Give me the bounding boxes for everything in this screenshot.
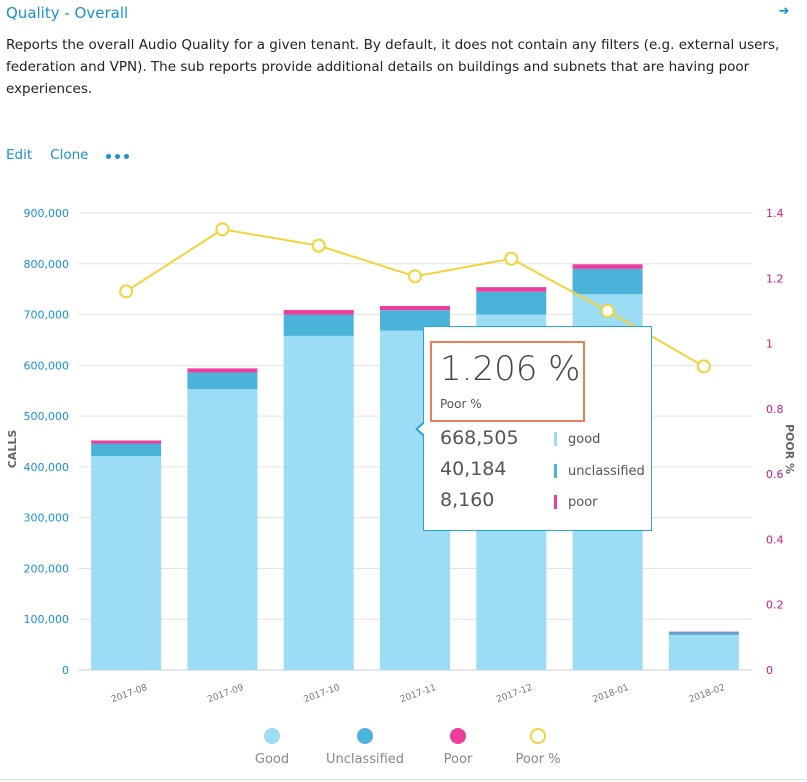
y-tick-label: 100,000 (24, 613, 70, 626)
bar-good[interactable] (283, 335, 354, 670)
x-tick-label: 2017-08 (110, 683, 149, 705)
line-point[interactable] (504, 251, 519, 266)
legend-label: Good (254, 752, 290, 767)
bottom-divider (0, 779, 807, 780)
bar-poor[interactable] (187, 368, 258, 373)
y2-tick-label: 0.6 (766, 468, 784, 481)
y2-tick-label: 0.8 (766, 403, 784, 416)
chart-tooltip: 1.206 % Poor % 668,505 good 40,184 uncla… (415, 326, 652, 531)
line-point[interactable] (311, 238, 326, 253)
legend-swatch (357, 728, 373, 744)
legend-poor-percent[interactable]: Poor % (493, 728, 583, 767)
bar-unclassified[interactable] (91, 443, 162, 457)
stacked-bar-chart: 0 100,000 200,000 300,000 400,000 500,000 600,… (6, 207, 796, 705)
tooltip-row-value: 8,160 (440, 489, 495, 511)
legend-label: Poor % (515, 752, 561, 767)
y-tick-label: 800,000 (24, 258, 70, 271)
legend-swatch (530, 728, 546, 744)
bar-unclassified[interactable] (668, 632, 739, 635)
y2-tick-label: 0.4 (766, 533, 784, 546)
tooltip-row-value: 40,184 (440, 458, 507, 480)
bar-poor[interactable] (283, 309, 354, 315)
legend-unclassified[interactable]: Unclassified (320, 728, 410, 767)
x-tick-label: 2018-01 (592, 683, 631, 705)
y-tick-label: 400,000 (24, 461, 70, 474)
legend-good[interactable]: Good (227, 728, 317, 767)
y2-tick-label: 1 (766, 338, 773, 351)
action-bar: Edit Clone (6, 147, 130, 163)
tooltip-row-label: good (568, 432, 601, 447)
report-description: Reports the overall Audio Quality for a … (6, 37, 780, 97)
y-tick-label: 0 (62, 664, 69, 677)
x-tick-label: 2017-10 (303, 683, 342, 705)
bar-good[interactable] (91, 456, 162, 670)
x-tick-label: 2017-11 (399, 683, 438, 705)
tooltip-row-label: poor (568, 495, 598, 510)
bar-unclassified[interactable] (572, 268, 643, 295)
y2-axis-label: POOR % (783, 424, 796, 474)
tooltip-row-swatch (554, 464, 557, 478)
report-title[interactable]: Quality - Overall (6, 4, 128, 22)
y2-tick-label: 1.4 (766, 207, 784, 220)
y-tick-label: 600,000 (24, 359, 70, 372)
bar-good[interactable] (668, 634, 739, 670)
tooltip-row-swatch (554, 432, 557, 446)
edit-link[interactable]: Edit (6, 147, 32, 163)
y-tick-label: 900,000 (24, 207, 70, 220)
line-point[interactable] (696, 359, 711, 374)
legend-swatch (450, 728, 466, 744)
legend-swatch (264, 728, 280, 744)
line-point[interactable] (119, 284, 134, 299)
bar-unclassified[interactable] (476, 291, 547, 315)
legend-label: Unclassified (325, 752, 405, 767)
y-axis-label: CALLS (6, 430, 19, 469)
bar-unclassified[interactable] (283, 314, 354, 336)
arrow-right-icon[interactable]: ➜ (777, 5, 791, 19)
bar-poor[interactable] (91, 440, 162, 444)
legend-poor[interactable]: Poor (413, 728, 503, 767)
more-icon[interactable] (106, 150, 130, 163)
clone-link[interactable]: Clone (50, 147, 88, 163)
tooltip-row-value: 668,505 (440, 427, 519, 449)
y-tick-label: 700,000 (24, 309, 70, 322)
bar-poor[interactable] (668, 631, 739, 633)
x-tick-label: 2018-02 (688, 683, 727, 705)
x-tick-label: 2017-09 (206, 683, 245, 705)
y2-tick-label: 0 (766, 664, 773, 677)
tooltip-value-label: Poor % (440, 397, 482, 411)
x-tick-label: 2017-12 (495, 683, 534, 705)
bar-poor[interactable] (572, 264, 643, 269)
y2-tick-label: 1.2 (766, 272, 784, 285)
y2-tick-label: 0.2 (766, 599, 784, 612)
line-point[interactable] (600, 303, 615, 318)
chart-legend: Good Unclassified Poor Poor % (0, 728, 807, 778)
tooltip-value: 1.206 % (440, 349, 581, 389)
bar-good[interactable] (187, 389, 258, 670)
tooltip-row-swatch (554, 495, 557, 509)
bar-unclassified[interactable] (187, 372, 258, 390)
bar-poor[interactable] (476, 287, 547, 292)
line-point[interactable] (408, 269, 422, 284)
y-tick-label: 200,000 (24, 562, 70, 575)
line-point[interactable] (215, 222, 230, 237)
y-tick-label: 500,000 (24, 410, 70, 423)
tooltip-row-label: unclassified (568, 464, 645, 479)
y-tick-label: 300,000 (24, 512, 70, 525)
bar-poor[interactable] (380, 306, 450, 311)
legend-label: Poor (443, 752, 473, 767)
